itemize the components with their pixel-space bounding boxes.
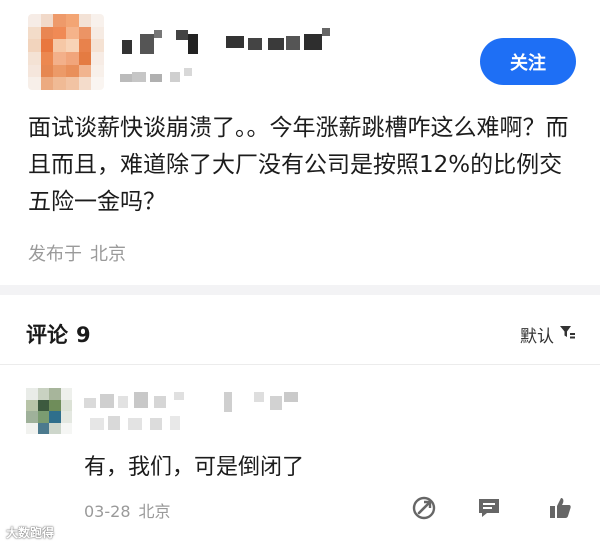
comments-divider [0, 364, 600, 365]
commenter-name-obscured[interactable] [84, 388, 314, 436]
like-icon[interactable] [547, 495, 573, 521]
author-avatar[interactable] [28, 14, 104, 90]
section-divider [0, 285, 600, 295]
comment-location: 北京 [138, 502, 171, 521]
watermark: 大数跑得 [6, 526, 55, 540]
post-location-city: 北京 [90, 244, 126, 265]
comment-date: 03-28 [84, 502, 131, 521]
post-location-prefix: 发布于 [28, 244, 82, 265]
comments-header: 评论 9 [26, 319, 91, 349]
share-icon[interactable] [411, 495, 437, 521]
comments-count: 9 [76, 323, 91, 347]
comment-icon[interactable] [476, 495, 502, 521]
comments-title: 评论 [26, 323, 68, 347]
comment-meta: 03-28 北京 [84, 498, 171, 522]
author-meta-obscured [120, 68, 200, 84]
commenter-avatar[interactable] [26, 388, 72, 434]
post-location: 发布于 北京 [28, 240, 126, 266]
comment-text: 有，我们，可是倒闭了 [84, 455, 305, 480]
follow-button[interactable]: 关注 [480, 38, 576, 85]
author-username-obscured[interactable] [118, 26, 348, 60]
post-content: 面试谈薪快谈崩溃了。。今年涨薪跳槽咋这么难啊？而且而且，难道除了大厂没有公司是按… [28, 115, 569, 215]
sort-label: 默认 [520, 327, 554, 347]
sort-dropdown[interactable]: 默认 [520, 322, 576, 347]
filter-icon [558, 323, 576, 346]
